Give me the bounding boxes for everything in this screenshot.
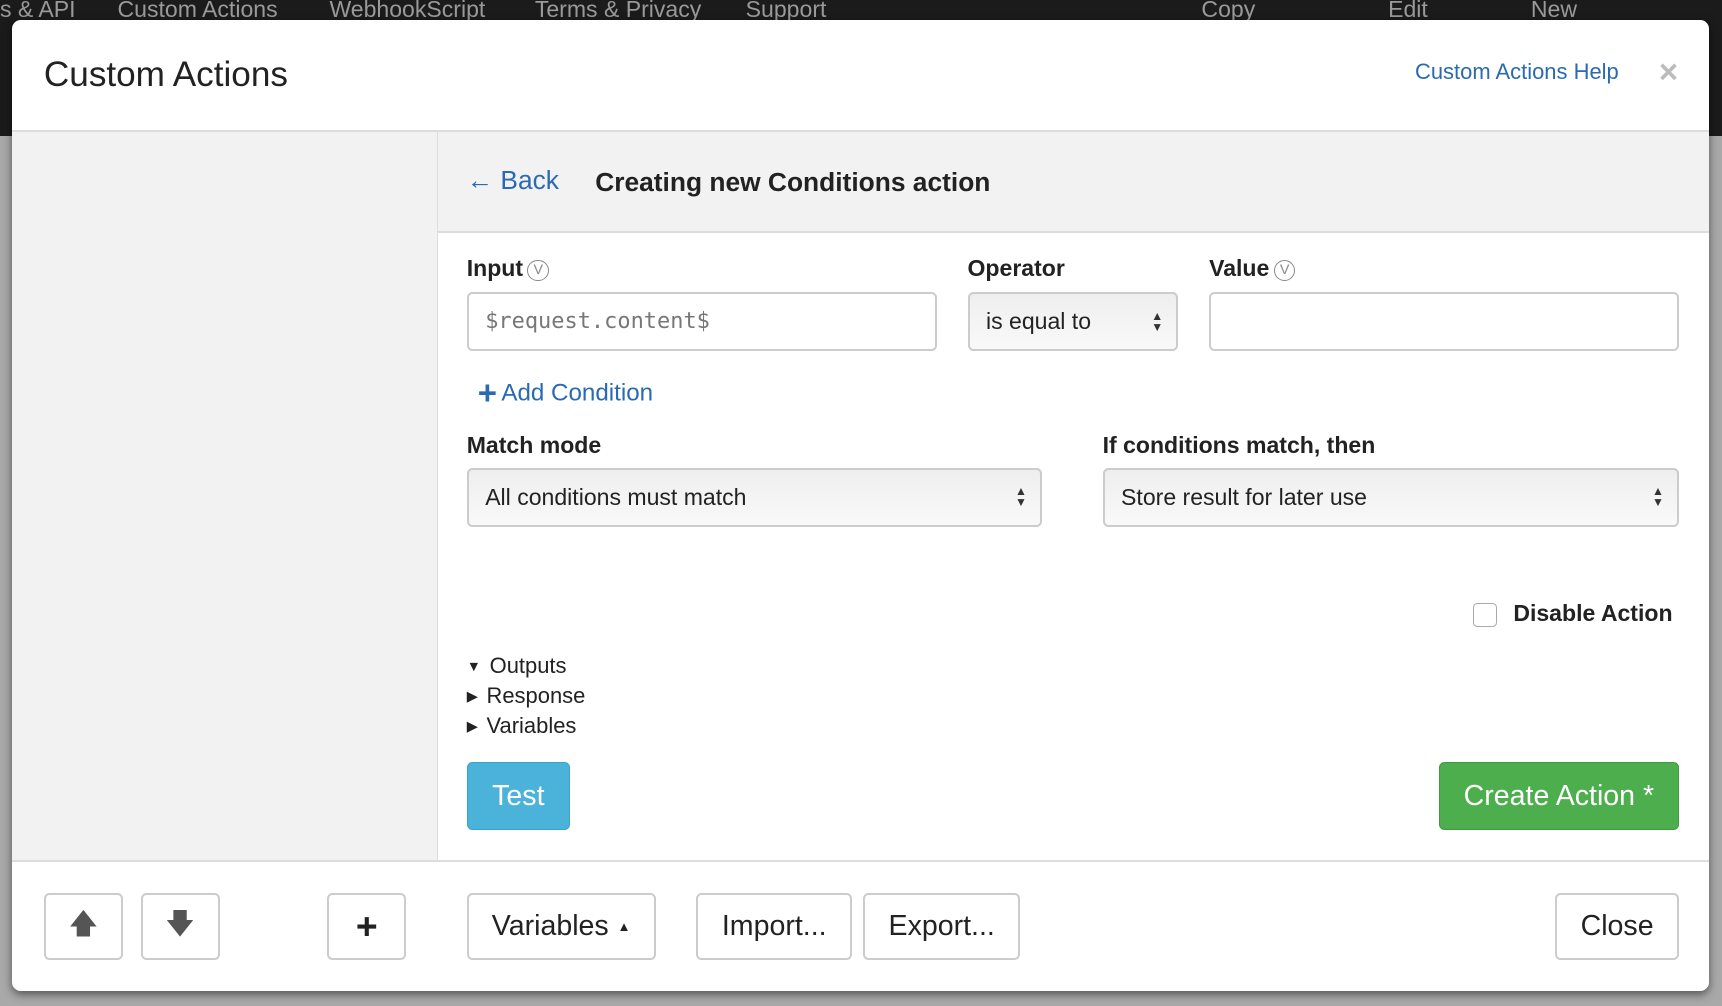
editor-header: ← Back Creating new Conditions action: [438, 131, 1709, 233]
back-link[interactable]: ← Back: [467, 165, 559, 196]
export-button[interactable]: Export...: [863, 892, 1021, 960]
value-field[interactable]: [1209, 292, 1680, 352]
plus-icon: +: [355, 904, 378, 947]
tree-variables[interactable]: ▶ Variables: [467, 713, 577, 739]
match-mode-select[interactable]: All conditions must match ▲ ▼: [466, 467, 1043, 528]
plus-icon: +: [477, 374, 497, 412]
footer-divider: [12, 859, 1709, 863]
variable-icon[interactable]: V: [527, 259, 550, 282]
import-button[interactable]: Import...: [696, 892, 853, 960]
then-select[interactable]: Store result for later use ▲ ▼: [1102, 467, 1680, 528]
move-up-button[interactable]: 🡅: [43, 892, 123, 960]
actions-list-panel: [12, 131, 439, 860]
add-action-button[interactable]: +: [327, 892, 407, 960]
tree-outputs[interactable]: ▼ Outputs: [467, 653, 567, 679]
add-condition-button[interactable]: + Add Condition: [478, 374, 653, 412]
input-label: Input V: [467, 255, 550, 282]
disable-action-checkbox[interactable]: [1472, 602, 1497, 627]
editor-title: Creating new Conditions action: [595, 166, 991, 197]
caret-up-icon: ▲: [617, 918, 631, 934]
create-action-button[interactable]: Create Action *: [1438, 762, 1680, 831]
operator-select[interactable]: is equal to ▲ ▼: [967, 292, 1179, 352]
variable-icon[interactable]: V: [1273, 259, 1296, 282]
input-field[interactable]: $request.content$: [466, 292, 937, 352]
select-arrows-icon: ▲ ▼: [1151, 308, 1164, 334]
then-label: If conditions match, then: [1102, 431, 1376, 458]
test-button[interactable]: Test: [466, 762, 570, 831]
modal-header: Custom Actions Custom Actions Help ×: [12, 20, 1709, 132]
variables-button[interactable]: Variables ▲: [466, 892, 656, 960]
modal-title: Custom Actions: [43, 54, 288, 94]
custom-actions-modal: Custom Actions Custom Actions Help × ← B…: [12, 19, 1709, 991]
caret-right-icon: ▶: [466, 718, 478, 735]
arrow-up-icon: 🡅: [68, 907, 99, 940]
close-button[interactable]: Close: [1555, 892, 1680, 960]
help-link[interactable]: Custom Actions Help: [1415, 59, 1619, 85]
tree-response[interactable]: ▶ Response: [467, 683, 586, 709]
match-mode-label: Match mode: [466, 431, 602, 458]
close-icon[interactable]: ×: [1659, 53, 1678, 91]
move-down-button[interactable]: 🡇: [140, 892, 220, 960]
caret-right-icon: ▶: [466, 688, 478, 705]
select-arrows-icon: ▲ ▼: [1651, 484, 1664, 510]
select-arrows-icon: ▲ ▼: [1015, 484, 1027, 510]
disable-action-label: Disable Action: [1513, 599, 1673, 626]
caret-down-icon: ▼: [466, 659, 481, 676]
operator-label: Operator: [967, 254, 1065, 281]
arrow-down-icon: 🡇: [165, 907, 195, 940]
value-label: Value V: [1209, 255, 1296, 282]
